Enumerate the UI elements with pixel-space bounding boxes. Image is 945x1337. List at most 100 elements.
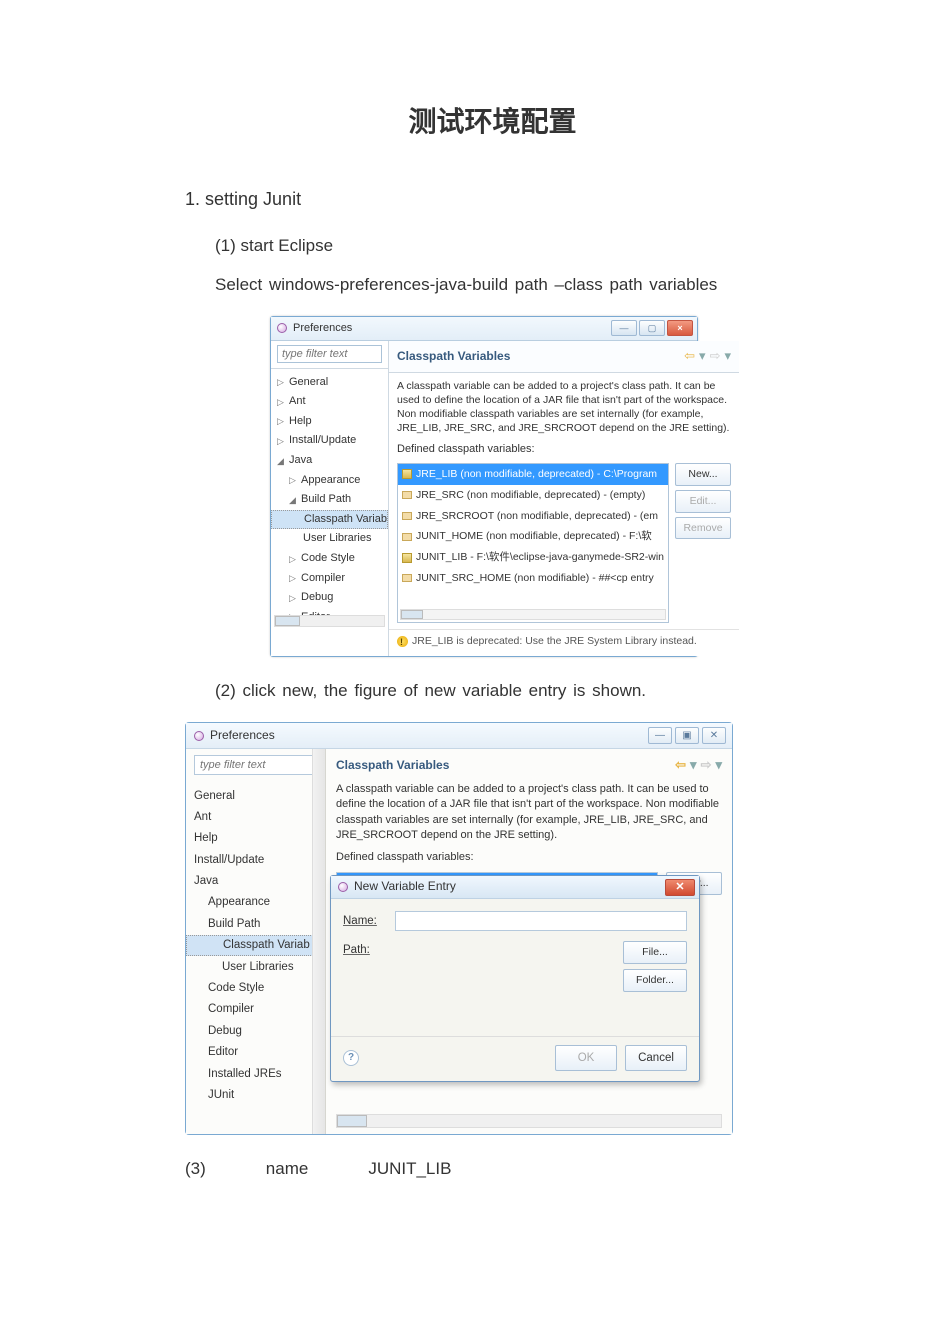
step-2-text: (2) click new, the figure of new variabl… <box>215 677 800 704</box>
tree-user-libs[interactable]: User Libraries <box>186 956 325 977</box>
new-button[interactable]: New... <box>675 463 731 486</box>
var-junit-src-home[interactable]: JUNIT_SRC_HOME (non modifiable) - ##<cp … <box>398 568 668 589</box>
tree-appearance[interactable]: ▷Appearance <box>271 471 388 491</box>
help-icon[interactable]: ? <box>343 1050 359 1066</box>
tree-java[interactable]: ◢Java <box>271 451 388 471</box>
filter-input-2[interactable] <box>194 755 317 775</box>
eclipse-icon <box>194 731 204 741</box>
filter-input[interactable] <box>277 345 382 363</box>
tree-compiler[interactable]: Compiler <box>186 999 325 1020</box>
tree-debug[interactable]: Debug <box>186 1020 325 1041</box>
forward-menu-icon[interactable]: ▾ <box>724 346 731 367</box>
tree-ant[interactable]: Ant <box>186 806 325 827</box>
tree-codestyle[interactable]: ▷Code Style <box>271 549 388 569</box>
preferences-tree: ▷General ▷Ant ▷Help ▷Install/Update ◢Jav… <box>271 369 388 629</box>
ok-button[interactable]: OK <box>555 1045 617 1071</box>
tree-help[interactable]: ▷Help <box>271 412 388 432</box>
tree-v-scrollbar[interactable] <box>312 749 325 1134</box>
folder-button[interactable]: Folder... <box>623 969 687 992</box>
tree-installed-jres[interactable]: Installed JREs <box>186 1063 325 1084</box>
forward-arrow-icon[interactable]: ⇨ <box>710 346 721 367</box>
folder-icon <box>402 491 412 499</box>
folder-icon <box>402 533 412 541</box>
modal-close-button[interactable]: ✕ <box>665 879 695 896</box>
screenshot-2: Preferences — ▣ ✕ General Ant Help Insta… <box>185 722 800 1135</box>
tree-junit[interactable]: JUnit <box>186 1085 325 1102</box>
back-menu-icon[interactable]: ▾ <box>699 346 706 367</box>
description-text-2: A classpath variable can be added to a p… <box>326 782 732 850</box>
step-1-heading: (1) start Eclipse <box>215 232 800 259</box>
close-button[interactable]: ✕ <box>702 727 726 744</box>
page-title-2: Classpath Variables <box>336 756 449 775</box>
folder-icon <box>402 574 412 582</box>
back-arrow-icon[interactable]: ⇦ <box>684 346 695 367</box>
tree-help[interactable]: Help <box>186 828 325 849</box>
new-variable-dialog: New Variable Entry ✕ Name: Path: File. <box>330 875 700 1082</box>
tree-editor[interactable]: Editor <box>186 1042 325 1063</box>
step-1-text: Select windows-preferences-java-build pa… <box>215 271 800 298</box>
remove-button[interactable]: Remove <box>675 517 731 540</box>
maximize-button[interactable]: ▣ <box>675 727 699 744</box>
window-title-2: Preferences <box>210 726 275 745</box>
forward-arrow-icon[interactable]: ⇨ <box>701 755 712 776</box>
varlist-h-scrollbar[interactable] <box>400 609 666 620</box>
minimize-button[interactable]: — <box>611 320 637 336</box>
tree-compiler[interactable]: ▷Compiler <box>271 569 388 589</box>
tree-install[interactable]: Install/Update <box>186 849 325 870</box>
edit-button[interactable]: Edit... <box>675 490 731 513</box>
tree-general[interactable]: ▷General <box>271 373 388 393</box>
warning-text: JRE_LIB is deprecated: Use the JRE Syste… <box>412 633 697 650</box>
forward-menu-icon[interactable]: ▾ <box>715 755 722 776</box>
path-label: Path: <box>343 941 387 959</box>
tree-buildpath[interactable]: Build Path <box>186 913 325 934</box>
var-junit-home[interactable]: JUNIT_HOME (non modifiable, deprecated) … <box>398 526 668 547</box>
doc-title: 测试环境配置 <box>185 100 800 145</box>
defined-label: Defined classpath variables: <box>389 441 739 463</box>
page-title: Classpath Variables <box>397 347 510 366</box>
jar-icon <box>402 469 412 479</box>
description-text: A classpath variable can be added to a p… <box>389 373 739 442</box>
tree-installed-jres[interactable]: ▷Installed JREs <box>271 627 388 628</box>
tree-h-scrollbar[interactable] <box>274 615 385 627</box>
step-3-number: (3) <box>185 1155 206 1182</box>
step-3-label: name <box>266 1155 309 1182</box>
tree-classpath-vars[interactable]: Classpath Variab <box>271 510 388 530</box>
eclipse-icon <box>338 882 348 892</box>
tree-general[interactable]: General <box>186 785 325 806</box>
defined-label-2: Defined classpath variables: <box>326 849 732 872</box>
tree-ant[interactable]: ▷Ant <box>271 392 388 412</box>
right-h-scrollbar[interactable] <box>336 1114 722 1128</box>
tree-buildpath[interactable]: ◢Build Path <box>271 490 388 510</box>
var-junit-lib[interactable]: JUNIT_LIB - F:\软件\eclipse-java-ganymede-… <box>398 547 668 568</box>
warning-icon <box>397 636 408 647</box>
name-label: Name: <box>343 912 387 930</box>
step-3-value: JUNIT_LIB <box>368 1155 451 1182</box>
maximize-button[interactable]: ▢ <box>639 320 665 336</box>
var-jre-srcroot[interactable]: JRE_SRCROOT (non modifiable, deprecated)… <box>398 506 668 527</box>
tree-java[interactable]: Java <box>186 871 325 892</box>
tree-user-libs[interactable]: User Libraries <box>271 529 388 549</box>
preferences-tree-2: General Ant Help Install/Update Java App… <box>186 781 325 1101</box>
back-arrow-icon[interactable]: ⇦ <box>675 755 686 776</box>
window-title: Preferences <box>293 320 352 338</box>
preferences-window-2: Preferences — ▣ ✕ General Ant Help Insta… <box>185 722 733 1135</box>
file-button[interactable]: File... <box>623 941 687 964</box>
minimize-button[interactable]: — <box>648 727 672 744</box>
variable-list[interactable]: JRE_LIB (non modifiable, deprecated) - C… <box>397 463 669 623</box>
section-1-heading: 1. setting Junit <box>185 185 800 214</box>
tree-install[interactable]: ▷Install/Update <box>271 431 388 451</box>
var-jre-src[interactable]: JRE_SRC (non modifiable, deprecated) - (… <box>398 485 668 506</box>
tree-appearance[interactable]: Appearance <box>186 892 325 913</box>
name-input[interactable] <box>395 911 687 931</box>
folder-icon <box>402 512 412 520</box>
cancel-button[interactable]: Cancel <box>625 1045 687 1071</box>
window-titlebar: Preferences — ▢ × <box>271 317 697 341</box>
back-menu-icon[interactable]: ▾ <box>690 755 697 776</box>
tree-classpath-vars[interactable]: Classpath Variab <box>186 935 325 956</box>
var-jre-lib[interactable]: JRE_LIB (non modifiable, deprecated) - C… <box>398 464 668 485</box>
eclipse-icon <box>277 323 287 333</box>
tree-codestyle[interactable]: Code Style <box>186 978 325 999</box>
jar-icon <box>402 553 412 563</box>
tree-debug[interactable]: ▷Debug <box>271 588 388 608</box>
close-button[interactable]: × <box>667 320 693 336</box>
